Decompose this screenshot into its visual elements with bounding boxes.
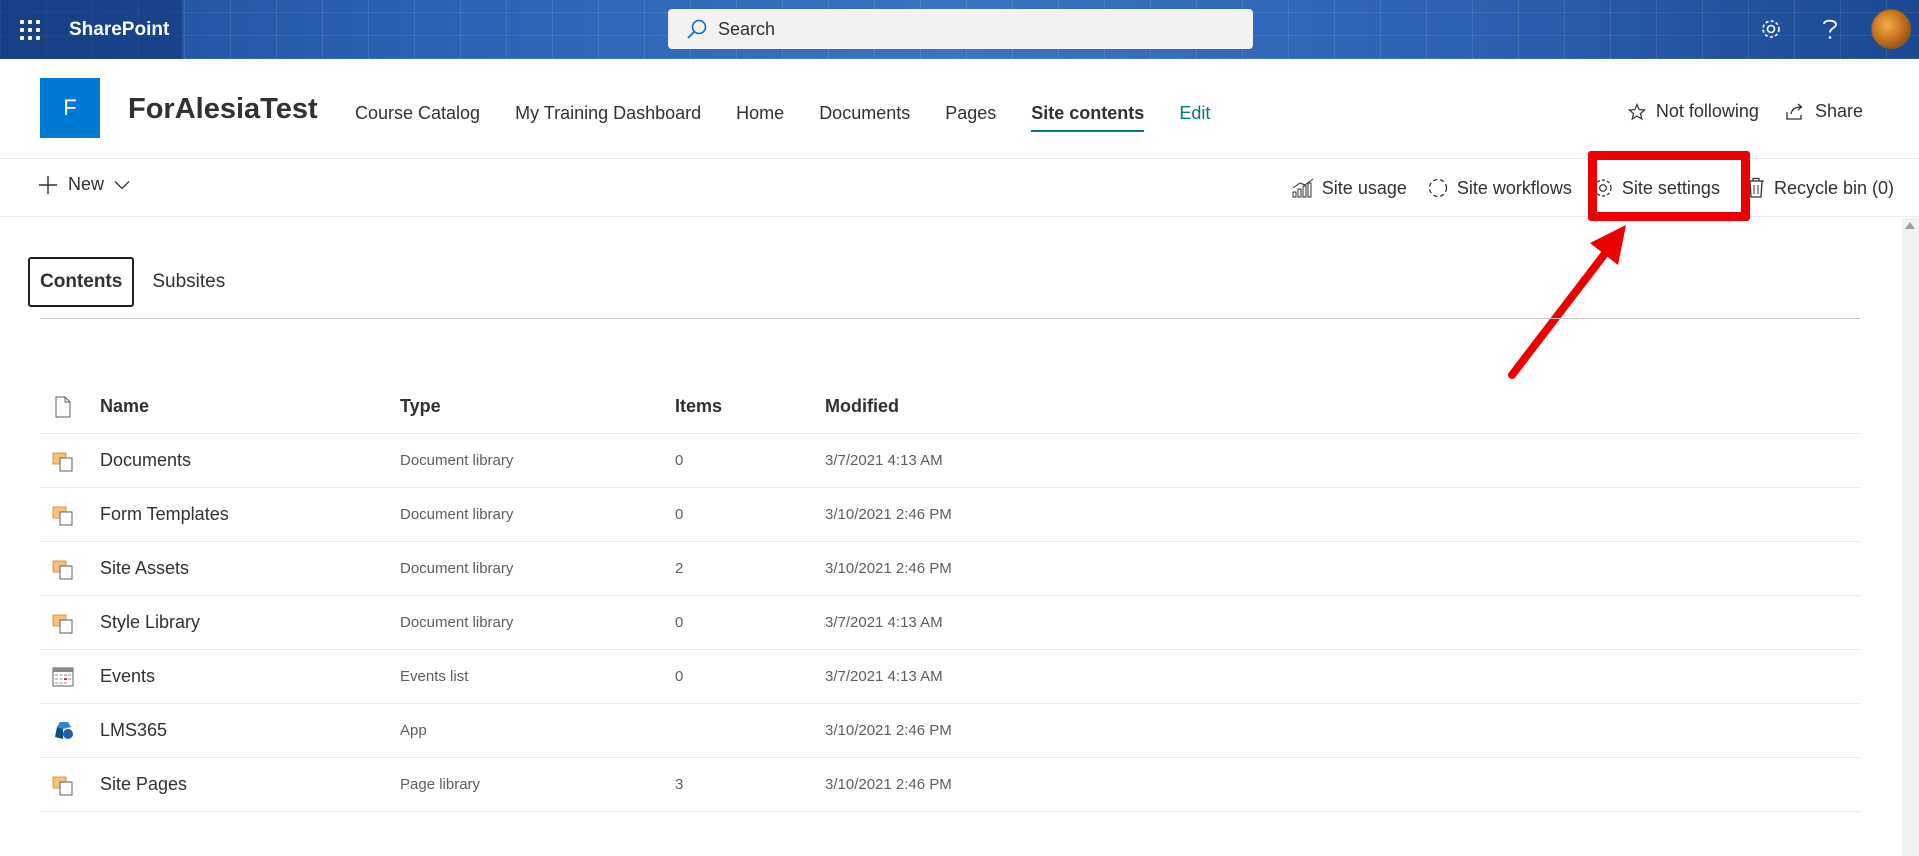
site-header: F ForAlesiaTest Course Catalog My Traini… xyxy=(0,59,1919,159)
tab-contents[interactable]: Contents xyxy=(28,257,135,307)
tab-subsites[interactable]: Subsites xyxy=(142,259,235,305)
share-label: Share xyxy=(1814,101,1863,121)
star-icon xyxy=(1627,102,1646,120)
list-item[interactable]: LMS365 App 3/10/2021 2:46 PM xyxy=(40,704,1860,758)
item-name[interactable]: Form Templates xyxy=(100,504,229,525)
new-label: New xyxy=(68,174,105,194)
app-icon xyxy=(55,721,73,739)
list-item[interactable]: Form Templates Document library 0 3/10/2… xyxy=(40,488,1860,542)
item-type: Events list xyxy=(400,668,469,685)
site-workflows-button[interactable]: Site workflows xyxy=(1427,177,1572,199)
workflow-icon xyxy=(1428,178,1448,198)
nav-home[interactable]: Home xyxy=(736,103,784,130)
vertical-scrollbar[interactable] xyxy=(1902,218,1919,856)
column-header-modified[interactable]: Modified xyxy=(825,396,899,417)
app-launcher-button[interactable] xyxy=(0,0,59,59)
item-name[interactable]: Events xyxy=(100,666,155,687)
library-icon xyxy=(52,560,73,579)
nav-my-training-dashboard[interactable]: My Training Dashboard xyxy=(515,103,701,130)
item-count: 2 xyxy=(675,560,684,577)
waffle-icon xyxy=(19,19,40,40)
item-modified: 3/10/2021 2:46 PM xyxy=(825,722,952,739)
gear-icon[interactable] xyxy=(1756,14,1786,44)
site-logo[interactable]: F xyxy=(40,78,100,138)
item-count: 0 xyxy=(675,668,684,685)
suite-bar: SharePoint xyxy=(0,0,1919,59)
nav-site-contents[interactable]: Site contents xyxy=(1031,103,1145,132)
library-icon xyxy=(52,452,73,471)
content-tabs: Contents Subsites xyxy=(28,257,243,307)
item-type: App xyxy=(400,722,427,739)
plus-icon xyxy=(39,175,57,194)
tab-divider xyxy=(40,318,1860,319)
site-usage-label: Site usage xyxy=(1321,177,1407,198)
search-box[interactable] xyxy=(668,9,1253,49)
item-modified: 3/7/2021 4:13 AM xyxy=(825,614,943,631)
list-item[interactable]: Style Library Document library 0 3/7/202… xyxy=(40,596,1860,650)
site-usage-button[interactable]: Site usage xyxy=(1292,178,1407,199)
nav-edit-link[interactable]: Edit xyxy=(1179,103,1210,130)
library-icon xyxy=(52,614,73,633)
list-item[interactable]: Documents Document library 0 3/7/2021 4:… xyxy=(40,434,1860,488)
column-header-name[interactable]: Name xyxy=(100,396,149,417)
file-type-icon[interactable] xyxy=(51,395,75,419)
item-name[interactable]: Site Assets xyxy=(100,558,189,579)
list-header-row: Name Type Items Modified xyxy=(40,380,1860,434)
help-question-icon[interactable] xyxy=(1815,14,1845,44)
app-name[interactable]: SharePoint xyxy=(59,0,182,59)
item-modified: 3/10/2021 2:46 PM xyxy=(825,776,952,793)
item-count: 3 xyxy=(675,776,684,793)
nav-documents[interactable]: Documents xyxy=(819,103,910,130)
calendar-icon xyxy=(52,667,74,686)
library-icon xyxy=(52,776,73,795)
item-type: Page library xyxy=(400,776,481,793)
list-item[interactable]: Site Assets Document library 2 3/10/2021… xyxy=(40,542,1860,596)
share-icon xyxy=(1786,103,1803,120)
column-header-type[interactable]: Type xyxy=(400,396,441,417)
item-name[interactable]: Style Library xyxy=(100,612,200,633)
item-count: 0 xyxy=(675,614,684,631)
share-button[interactable]: Share xyxy=(1785,101,1863,122)
scroll-up-arrow-icon[interactable] xyxy=(1905,222,1915,229)
nav-pages[interactable]: Pages xyxy=(945,103,996,130)
follow-label: Not following xyxy=(1655,101,1759,121)
library-icon xyxy=(52,506,73,525)
item-name[interactable]: Site Pages xyxy=(100,774,187,795)
item-modified: 3/7/2021 4:13 AM xyxy=(825,452,943,469)
new-button[interactable]: New xyxy=(38,174,130,195)
item-name[interactable]: Documents xyxy=(100,450,191,471)
item-modified: 3/10/2021 2:46 PM xyxy=(825,560,952,577)
chevron-down-icon xyxy=(114,180,130,189)
item-modified: 3/10/2021 2:46 PM xyxy=(825,506,952,523)
item-count: 0 xyxy=(675,452,684,469)
item-count: 0 xyxy=(675,506,684,523)
item-modified: 3/7/2021 4:13 AM xyxy=(825,668,943,685)
search-icon xyxy=(687,19,707,39)
item-type: Document library xyxy=(400,560,514,577)
nav-course-catalog[interactable]: Course Catalog xyxy=(355,103,480,130)
recycle-bin-button[interactable]: Recycle bin (0) xyxy=(1746,177,1894,199)
recycle-bin-label: Recycle bin (0) xyxy=(1773,177,1894,198)
follow-button[interactable]: Not following xyxy=(1627,101,1759,122)
top-navigation: Course Catalog My Training Dashboard Hom… xyxy=(355,103,1245,132)
site-settings-highlight-box xyxy=(1588,151,1750,221)
search-input[interactable] xyxy=(718,18,1198,40)
user-avatar[interactable] xyxy=(1871,9,1911,49)
list-item[interactable]: Events Events list 0 3/7/2021 4:13 AM xyxy=(40,650,1860,704)
site-title[interactable]: ForAlesiaTest xyxy=(128,93,318,126)
item-name[interactable]: LMS365 xyxy=(100,720,167,741)
chart-icon xyxy=(1292,178,1314,198)
command-actions: Site usage Site workflows Site settings xyxy=(1272,177,1894,199)
list-item[interactable]: Site Pages Page library 3 3/10/2021 2:46… xyxy=(40,758,1860,812)
item-type: Document library xyxy=(400,452,514,469)
site-workflows-label: Site workflows xyxy=(1456,177,1572,198)
site-contents-list: Name Type Items Modified Documents Docum… xyxy=(40,380,1860,812)
annotation-arrow-icon xyxy=(1508,225,1626,379)
column-header-items[interactable]: Items xyxy=(675,396,722,417)
item-type: Document library xyxy=(400,506,514,523)
header-actions: Not following Share xyxy=(1627,101,1863,122)
item-type: Document library xyxy=(400,614,514,631)
